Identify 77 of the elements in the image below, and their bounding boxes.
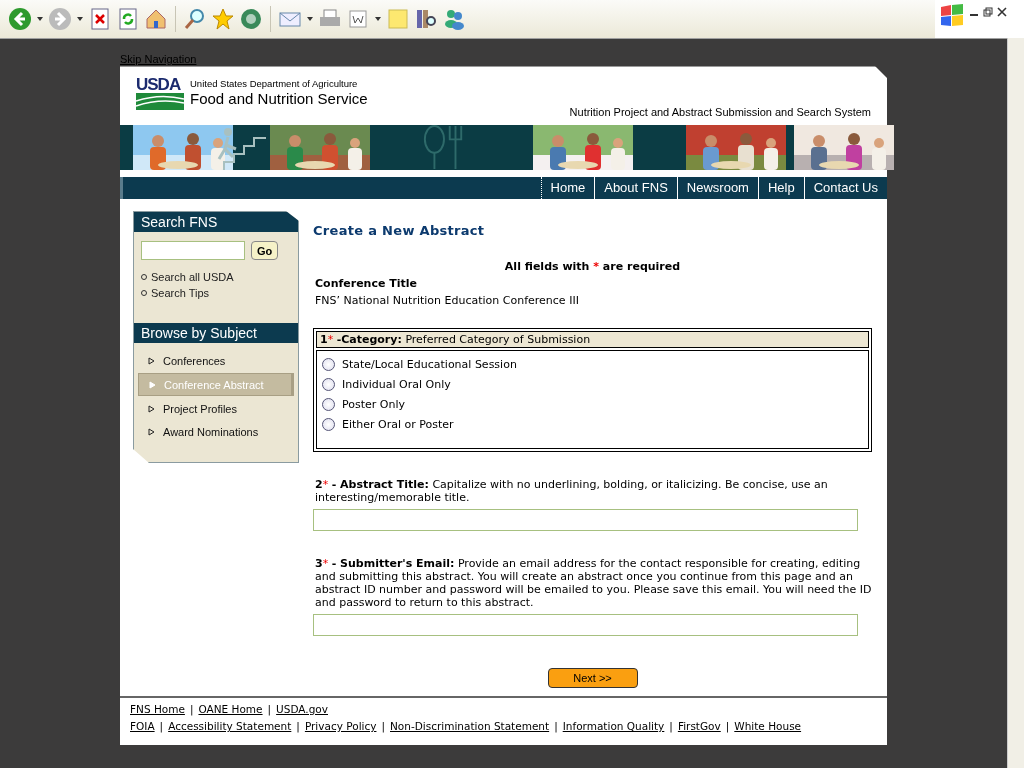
conference-value: FNS’ National Nutrition Education Conference III [314, 294, 580, 307]
page-corner-icon [875, 66, 887, 78]
field-instructions: 3* - Submitter's Email: Provide an email address for the contact responsible for creating, editing and submitting this abstract. You will create an abstract once you continue from this page and an abstract ID number and password will be emailed to you. Please save this email. You will need the ID and password to return to this abstract. [314, 557, 872, 609]
research-icon[interactable] [414, 7, 438, 31]
footer-link[interactable]: FirstGov [677, 718, 721, 735]
triangle-icon [149, 380, 156, 389]
sidebar-item[interactable]: Conferences [138, 350, 294, 371]
option-label[interactable]: Either Oral or Poster [342, 417, 454, 431]
spoon-fork-drawing [423, 125, 465, 170]
dropdown-arrow-icon[interactable] [36, 15, 44, 23]
search-link[interactable]: Search Tips [151, 287, 210, 299]
dropdown-arrow-icon[interactable] [306, 15, 314, 23]
triangle-icon [148, 427, 155, 436]
triangle-icon [148, 356, 155, 365]
radio-button[interactable] [322, 377, 335, 391]
sidebar-heading: Search FNS [134, 212, 298, 232]
separator: | [725, 719, 730, 735]
footer-link[interactable]: FNS Home [130, 701, 185, 718]
radio-button[interactable] [322, 417, 335, 431]
footer-link[interactable]: OANE Home [198, 701, 263, 718]
input-field[interactable] [313, 509, 858, 531]
option-label[interactable]: State/Local Educational Session [342, 357, 517, 371]
separator: | [189, 702, 194, 718]
field-instructions: 2* - Abstract Title: Capitalize with no underlining, bolding, or italicizing. Be concise, use an interesting/memorable title. [314, 478, 829, 504]
radio-button[interactable] [322, 397, 335, 411]
input-field[interactable] [313, 614, 858, 636]
separator: | [381, 719, 385, 735]
go-button[interactable]: Go [251, 241, 279, 260]
nav-link[interactable]: Help [757, 177, 804, 199]
sidebar-item[interactable]: Award Nominations [138, 421, 294, 442]
star-icon[interactable] [211, 7, 235, 31]
required-note: All fields with * are required [503, 260, 682, 273]
separator: | [669, 719, 673, 735]
nav-link[interactable]: Newsroom [676, 177, 758, 199]
nav-link[interactable]: About FNS [594, 177, 677, 199]
dropdown-arrow-icon[interactable] [374, 15, 382, 23]
footer-link[interactable]: White House [734, 718, 802, 735]
footer-link[interactable]: Privacy Policy [304, 718, 377, 735]
close-icon[interactable] [997, 7, 1007, 17]
separator: | [267, 702, 272, 718]
nav-link[interactable]: Contact Us [803, 177, 887, 199]
history-icon[interactable] [239, 7, 263, 31]
stop-icon[interactable] [88, 7, 112, 31]
sidebar-item[interactable]: Project Profiles [138, 398, 294, 419]
radio-button[interactable] [322, 357, 335, 371]
triangle-icon [148, 404, 155, 413]
separator: | [159, 719, 164, 735]
footer-link[interactable]: Non-Discrimination Statement [390, 718, 550, 735]
footer-link[interactable]: Accessibility Statement [168, 718, 292, 735]
option-label[interactable]: Individual Oral Only [342, 377, 451, 391]
category-legend: 1* -Category: Preferred Category of Submission [316, 331, 869, 348]
system-title: Nutrition Project and Abstract Submission and Search System [569, 106, 871, 118]
footer-link[interactable]: Information Quality [562, 718, 665, 735]
hills-logo-icon [136, 92, 184, 110]
next-button[interactable]: Next >> [547, 668, 638, 688]
page-title: Create a New Abstract [313, 223, 486, 238]
usda-logo-text: USDA [136, 75, 182, 93]
nav-link[interactable]: Home [540, 177, 595, 199]
footer-link[interactable]: FOIA [130, 718, 155, 735]
separator: | [296, 719, 300, 735]
department-name: United States Department of Agriculture [190, 78, 359, 90]
back-icon[interactable] [8, 7, 32, 31]
home-icon[interactable] [144, 7, 168, 31]
restore-icon[interactable] [983, 7, 993, 17]
search-link[interactable]: Search all USDA [151, 271, 234, 283]
search-icon[interactable] [183, 7, 207, 31]
separator: | [554, 719, 558, 735]
search-field[interactable] [141, 241, 245, 260]
service-name: Food and Nutrition Service [190, 90, 368, 107]
conference-label: Conference Title [314, 277, 418, 290]
dropdown-arrow-icon[interactable] [76, 15, 84, 23]
option-label[interactable]: Poster Only [342, 397, 405, 411]
footer-link[interactable]: USDA.gov [276, 701, 328, 718]
word-document-icon[interactable] [346, 7, 370, 31]
sidebar-heading: Browse by Subject [134, 323, 298, 343]
refresh-icon[interactable] [116, 7, 140, 31]
windows-flag-icon [939, 3, 965, 27]
